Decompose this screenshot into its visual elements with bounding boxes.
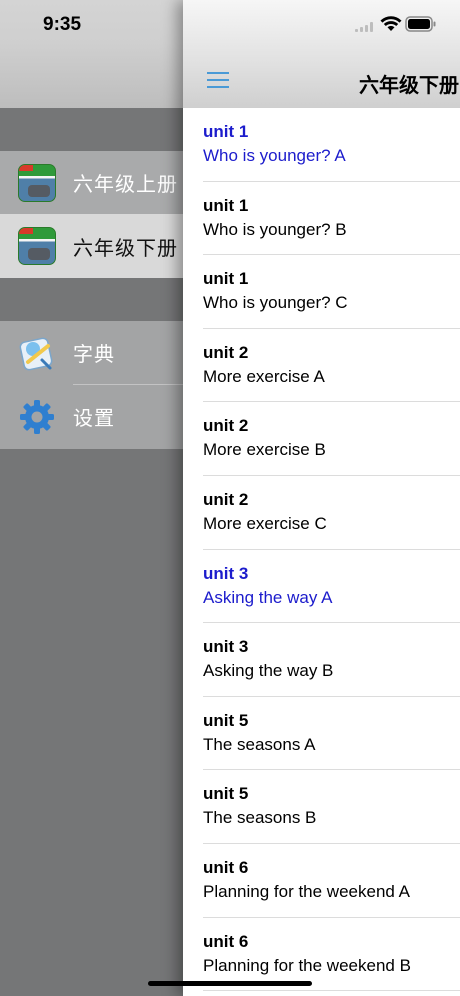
lesson-title: The seasons B [203,808,317,828]
textbook-icon [18,163,56,202]
lesson-title: Asking the way A [203,587,333,607]
battery-icon [405,16,436,32]
menu-item-label: 六年级下册 [73,237,178,260]
lesson-unit: unit 2 [203,416,249,436]
gear-icon [20,399,54,434]
list-item[interactable]: unit 2 More exercise B [183,402,460,476]
lesson-list-panel: 六年级下册 unit 1 Who is younger? A unit 1 Wh… [183,0,460,996]
lesson-title: Who is younger? B [203,219,347,239]
lesson-unit: unit 2 [203,342,249,362]
list-item[interactable]: unit 5 The seasons B [183,770,460,844]
menu-item-dictionary[interactable]: 字典 [0,321,200,384]
tools-menu-group: 字典 设置 [0,321,200,449]
book-menu-group: 六年级上册 六年级下册 [0,151,200,278]
side-menu-header: 9:35 [0,0,200,108]
list-item[interactable]: unit 2 More exercise C [183,476,460,550]
list-item[interactable]: unit 1 Who is younger? B [183,182,460,256]
textbook-icon [18,227,56,265]
hamburger-icon[interactable] [207,70,229,90]
menu-item-grade6-vol2[interactable]: 六年级下册 [0,214,200,278]
list-item[interactable]: unit 6 Planning for the weekend A [183,844,460,918]
lesson-title: Planning for the weekend B [203,955,411,975]
menu-item-label: 六年级上册 [73,174,178,196]
lesson-title: Who is younger? A [203,146,346,165]
page-title: 六年级下册 [359,75,459,97]
menu-item-settings[interactable]: 设置 [0,385,200,448]
lesson-unit: unit 1 [203,195,249,215]
lesson-unit: unit 5 [203,784,249,804]
lesson-title: Planning for the weekend A [203,881,410,901]
wifi-icon [380,16,402,31]
lesson-unit: unit 1 [203,269,249,289]
lesson-unit: unit 1 [203,122,249,141]
lesson-list: unit 1 Who is younger? A unit 1 Who is y… [183,108,460,992]
lesson-title: More exercise B [203,440,326,460]
status-time: 9:35 [43,14,82,35]
menu-item-label: 设置 [73,408,115,430]
lesson-unit: unit 3 [203,563,249,583]
list-item[interactable]: unit 5 The seasons A [183,697,460,771]
dictionary-icon [19,337,53,370]
menu-item-grade6-vol1[interactable]: 六年级上册 [0,151,200,214]
menu-item-label: 字典 [73,344,115,366]
lesson-title: The seasons A [203,734,316,754]
lesson-unit: unit 6 [203,857,249,877]
lesson-title: More exercise C [203,513,327,533]
lesson-unit: unit 6 [203,931,249,951]
lesson-title: More exercise A [203,366,325,386]
navigation-bar: 六年级下册 [183,0,460,108]
list-item[interactable]: unit 2 More exercise A [183,329,460,403]
lesson-unit: unit 3 [203,637,249,657]
side-menu: 9:35 六年级上册 六年级下册 字典 设置 [0,0,200,996]
list-item[interactable]: unit 3 Asking the way A [183,550,460,624]
list-item[interactable]: unit 1 Who is younger? A [183,108,460,182]
cellular-signal-icon [355,22,373,32]
lesson-title: Asking the way B [203,661,334,681]
lesson-unit: unit 2 [203,489,249,509]
lesson-title: Who is younger? C [203,293,348,313]
lesson-unit: unit 5 [203,710,249,730]
list-item[interactable]: unit 3 Asking the way B [183,623,460,697]
list-item[interactable]: unit 1 Who is younger? C [183,255,460,329]
home-indicator[interactable] [148,981,312,986]
